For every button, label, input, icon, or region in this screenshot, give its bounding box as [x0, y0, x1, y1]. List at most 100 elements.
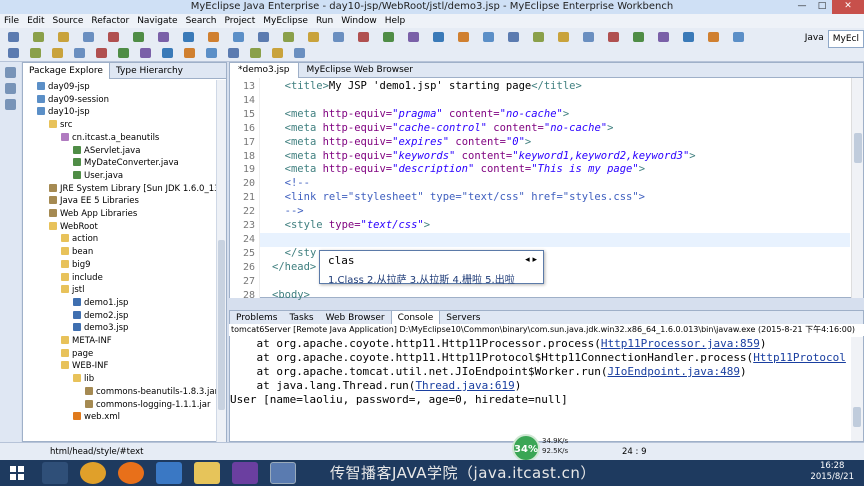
tree-item[interactable]: AServlet.java	[73, 145, 140, 157]
code-line[interactable]: <meta http-equiv="keywords" content="key…	[272, 150, 696, 164]
tab-package-explorer[interactable]: Package Explore	[23, 62, 110, 79]
toolbar-button-icon[interactable]	[58, 32, 69, 42]
code-line[interactable]: <meta http-equiv="description" content="…	[272, 163, 645, 177]
toolbar-button-icon[interactable]	[184, 48, 195, 58]
tab-demo3-jsp[interactable]: *demo3.jsp	[230, 62, 299, 78]
view-icon[interactable]	[5, 83, 16, 94]
toolbar-button-icon[interactable]	[133, 32, 144, 42]
tree-item[interactable]: WebRoot	[49, 221, 98, 233]
code-line[interactable]: <body>	[272, 289, 310, 303]
menu-file[interactable]: File	[4, 16, 19, 26]
tree-item[interactable]: demo2.jsp	[73, 310, 128, 322]
tree-item[interactable]: MyDateConverter.java	[73, 157, 179, 169]
explorer-icon[interactable]	[42, 462, 68, 484]
code-line[interactable]: <meta http-equiv="expires" content="0">	[272, 136, 532, 150]
toolbar-button-icon[interactable]	[250, 48, 261, 58]
tree-item[interactable]: META-INF	[61, 335, 112, 347]
toolbar-button-icon[interactable]	[206, 48, 217, 58]
toolbar-button-icon[interactable]	[118, 48, 129, 58]
toolbar-button-icon[interactable]	[96, 48, 107, 58]
stacktrace-link[interactable]: Thread.java:619	[415, 379, 514, 392]
toolbar-button-icon[interactable]	[208, 32, 219, 42]
tab-problems[interactable]: Problems	[230, 311, 283, 325]
toolbar-button-icon[interactable]	[8, 32, 19, 42]
menu-help[interactable]: Help	[385, 16, 406, 26]
tree-item[interactable]: day09-session	[37, 94, 109, 106]
toolbar-button-icon[interactable]	[433, 32, 444, 42]
tree-item[interactable]: demo1.jsp	[73, 297, 128, 309]
toolbar-button-icon[interactable]	[558, 32, 569, 42]
tab-web-browser[interactable]: MyEclipse Web Browser	[299, 63, 421, 77]
code-line[interactable]: </sty	[272, 247, 317, 261]
minimize-button[interactable]: —	[792, 0, 812, 14]
tree-item[interactable]: lib	[73, 373, 94, 385]
console-scrollbar[interactable]	[851, 337, 863, 441]
menu-project[interactable]: Project	[224, 16, 255, 26]
tree-item[interactable]: page	[61, 348, 93, 360]
toolbar-button-icon[interactable]	[283, 32, 294, 42]
tree-item[interactable]: day10-jsp	[37, 106, 90, 118]
tree-item[interactable]: action	[61, 233, 98, 245]
view-icon[interactable]	[5, 67, 16, 78]
toolbar-button-icon[interactable]	[30, 48, 41, 58]
toolbar-button-icon[interactable]	[733, 32, 744, 42]
tree-item[interactable]: jstl	[61, 284, 84, 296]
autocomplete-popup[interactable]: clas ◂ ▸ 1.Class 2.从拉萨 3.从拉斯 4.栅啦 5.出啦	[319, 250, 544, 286]
toolbar-button-icon[interactable]	[708, 32, 719, 42]
myeclipse-icon[interactable]	[270, 462, 296, 484]
stacktrace-link[interactable]: JIoEndpoint.java:489	[608, 365, 740, 378]
toolbar-button-icon[interactable]	[52, 48, 63, 58]
code-line[interactable]: </head>	[272, 261, 316, 275]
tree-item[interactable]: include	[61, 272, 103, 284]
toolbar-button-icon[interactable]	[483, 32, 494, 42]
toolbar-button-icon[interactable]	[294, 48, 305, 58]
tree-item[interactable]: web.xml	[73, 411, 120, 423]
tree-item[interactable]: WEB-INF	[61, 360, 108, 372]
toolbar-button-icon[interactable]	[358, 32, 369, 42]
toolbar-button-icon[interactable]	[33, 32, 44, 42]
page-arrows-icon[interactable]: ◂ ▸	[525, 255, 537, 265]
tree-item[interactable]: commons-logging-1.1.1.jar	[85, 399, 210, 411]
chrome-icon[interactable]	[80, 462, 106, 484]
toolbar-button-icon[interactable]	[533, 32, 544, 42]
toolbar-button-icon[interactable]	[228, 48, 239, 58]
tree-item[interactable]: day09-jsp	[37, 81, 90, 93]
tree-item[interactable]: Web App Libraries	[49, 208, 137, 220]
tree-item[interactable]: src	[49, 119, 72, 131]
code-line[interactable]	[260, 232, 850, 247]
menu-refactor[interactable]: Refactor	[91, 16, 129, 26]
tree-item[interactable]: commons-beanutils-1.8.3.jar	[85, 386, 218, 398]
tab-servers[interactable]: Servers	[440, 311, 486, 325]
close-button[interactable]: ✕	[832, 0, 864, 14]
view-icon[interactable]	[5, 99, 16, 110]
tab-type-hierarchy[interactable]: Type Hierarchy	[110, 64, 189, 78]
toolbar-button-icon[interactable]	[233, 32, 244, 42]
toolbar-button-icon[interactable]	[108, 32, 119, 42]
tree-item[interactable]: Java EE 5 Libraries	[49, 195, 139, 207]
toolbar-button-icon[interactable]	[683, 32, 694, 42]
code-line[interactable]: <style type="text/css">	[272, 219, 430, 233]
menu-myeclipse[interactable]: MyEclipse	[263, 16, 308, 26]
toolbar-button-icon[interactable]	[608, 32, 619, 42]
tab-tasks[interactable]: Tasks	[283, 311, 319, 325]
system-clock[interactable]: 16:28 2015/8/21	[810, 461, 854, 483]
folder-icon[interactable]	[194, 462, 220, 484]
toolbar-button-icon[interactable]	[583, 32, 594, 42]
toolbar-button-icon[interactable]	[458, 32, 469, 42]
menu-edit[interactable]: Edit	[27, 16, 44, 26]
toolbar-button-icon[interactable]	[333, 32, 344, 42]
menu-navigate[interactable]: Navigate	[137, 16, 177, 26]
toolbar-button-icon[interactable]	[83, 32, 94, 42]
app-icon[interactable]	[156, 462, 182, 484]
stacktrace-link[interactable]: Http11Processor.java:859	[601, 337, 760, 350]
toolbar-button-icon[interactable]	[183, 32, 194, 42]
code-line[interactable]: <!--	[272, 177, 310, 191]
tree-item[interactable]: big9	[61, 259, 91, 271]
toolbar-button-icon[interactable]	[8, 48, 19, 58]
toolbar-button-icon[interactable]	[633, 32, 644, 42]
toolbar-button-icon[interactable]	[383, 32, 394, 42]
myeclipse-perspective-button[interactable]: MyEcl	[827, 30, 864, 48]
toolbar-button-icon[interactable]	[408, 32, 419, 42]
maximize-button[interactable]: □	[812, 0, 832, 14]
autocomplete-options[interactable]: 1.Class 2.从拉萨 3.从拉斯 4.栅啦 5.出啦	[328, 271, 515, 286]
